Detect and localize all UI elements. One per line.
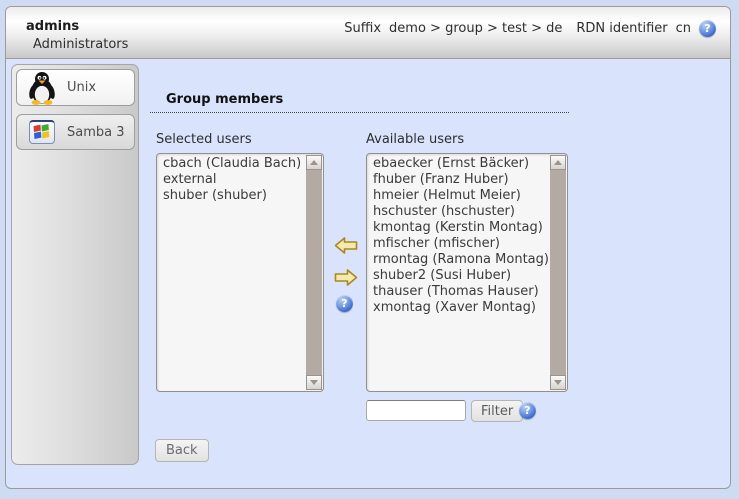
block-arrow-right-icon (334, 268, 358, 287)
available-users-scrollbar[interactable] (550, 155, 566, 390)
arrow-down-icon (554, 380, 562, 385)
list-option[interactable]: cbach (Claudia Bach) (157, 156, 306, 172)
windows-logo-icon (25, 120, 59, 144)
rdn-identifier-value: cn (676, 21, 691, 36)
page-title: admins (26, 19, 79, 34)
available-users-options: ebaecker (Ernst Bäcker)fhuber (Franz Hub… (367, 156, 550, 391)
help-icon[interactable]: ? (519, 402, 536, 419)
list-option[interactable]: rmontag (Ramona Montag) (367, 252, 550, 268)
page-subtitle: Administrators (33, 37, 128, 52)
header: admins Administrators Suffix demo > grou… (6, 7, 730, 59)
back-button[interactable]: Back (155, 439, 209, 462)
list-option[interactable]: external (157, 172, 306, 188)
suffix-label: Suffix (344, 21, 381, 36)
selected-users-options: cbach (Claudia Bach)externalshuber (shub… (157, 156, 306, 391)
tab-samba[interactable]: Samba 3 (16, 114, 135, 150)
help-icon[interactable]: ? (699, 20, 716, 37)
filter-button[interactable]: Filter (471, 400, 523, 422)
module-tab-sidebar: Unix Samba 3 (11, 64, 139, 465)
list-option[interactable]: shuber2 (Susi Huber) (367, 268, 550, 284)
header-info: Suffix demo > group > test > de RDN iden… (344, 20, 716, 37)
scroll-down-button[interactable] (550, 375, 566, 390)
selected-users-label: Selected users (156, 132, 252, 147)
available-users-label: Available users (366, 132, 464, 147)
available-users-listbox[interactable]: ebaecker (Ernst Bäcker)fhuber (Franz Hub… (366, 153, 568, 392)
scroll-up-button[interactable] (550, 155, 566, 170)
tab-samba-label: Samba 3 (67, 125, 125, 140)
list-option[interactable]: hschuster (hschuster) (367, 204, 550, 220)
block-arrow-left-icon (334, 236, 358, 255)
list-option[interactable]: kmontag (Kerstin Montag) (367, 220, 550, 236)
tab-unix-label: Unix (67, 80, 96, 95)
scroll-up-button[interactable] (306, 155, 322, 170)
arrow-up-icon (310, 160, 318, 165)
list-option[interactable]: xmontag (Xaver Montag) (367, 300, 550, 316)
section-title: Group members (166, 92, 283, 107)
filter-input[interactable] (366, 400, 466, 421)
section-heading-rule: Group members (150, 92, 569, 113)
list-option[interactable]: ebaecker (Ernst Bäcker) (367, 156, 550, 172)
arrow-up-icon (554, 160, 562, 165)
selected-users-scrollbar[interactable] (306, 155, 322, 390)
tab-unix[interactable]: Unix (16, 69, 135, 106)
move-right-button[interactable] (334, 268, 358, 291)
selected-users-listbox[interactable]: cbach (Claudia Bach)externalshuber (shub… (156, 153, 324, 392)
list-option[interactable]: hmeier (Helmut Meier) (367, 188, 550, 204)
app-window: admins Administrators Suffix demo > grou… (5, 6, 731, 489)
rdn-identifier-label: RDN identifier (576, 21, 667, 36)
arrow-down-icon (310, 380, 318, 385)
tux-penguin-icon (25, 71, 59, 105)
list-option[interactable]: fhuber (Franz Huber) (367, 172, 550, 188)
help-icon[interactable]: ? (336, 295, 353, 312)
move-left-button[interactable] (334, 236, 358, 259)
list-option[interactable]: shuber (shuber) (157, 188, 306, 204)
scroll-down-button[interactable] (306, 375, 322, 390)
content-area: Unix Samba 3 Group members Selected user… (6, 59, 730, 489)
list-option[interactable]: thauser (Thomas Hauser) (367, 284, 550, 300)
list-option[interactable]: mfischer (mfischer) (367, 236, 550, 252)
suffix-value: demo > group > test > de (389, 21, 562, 36)
